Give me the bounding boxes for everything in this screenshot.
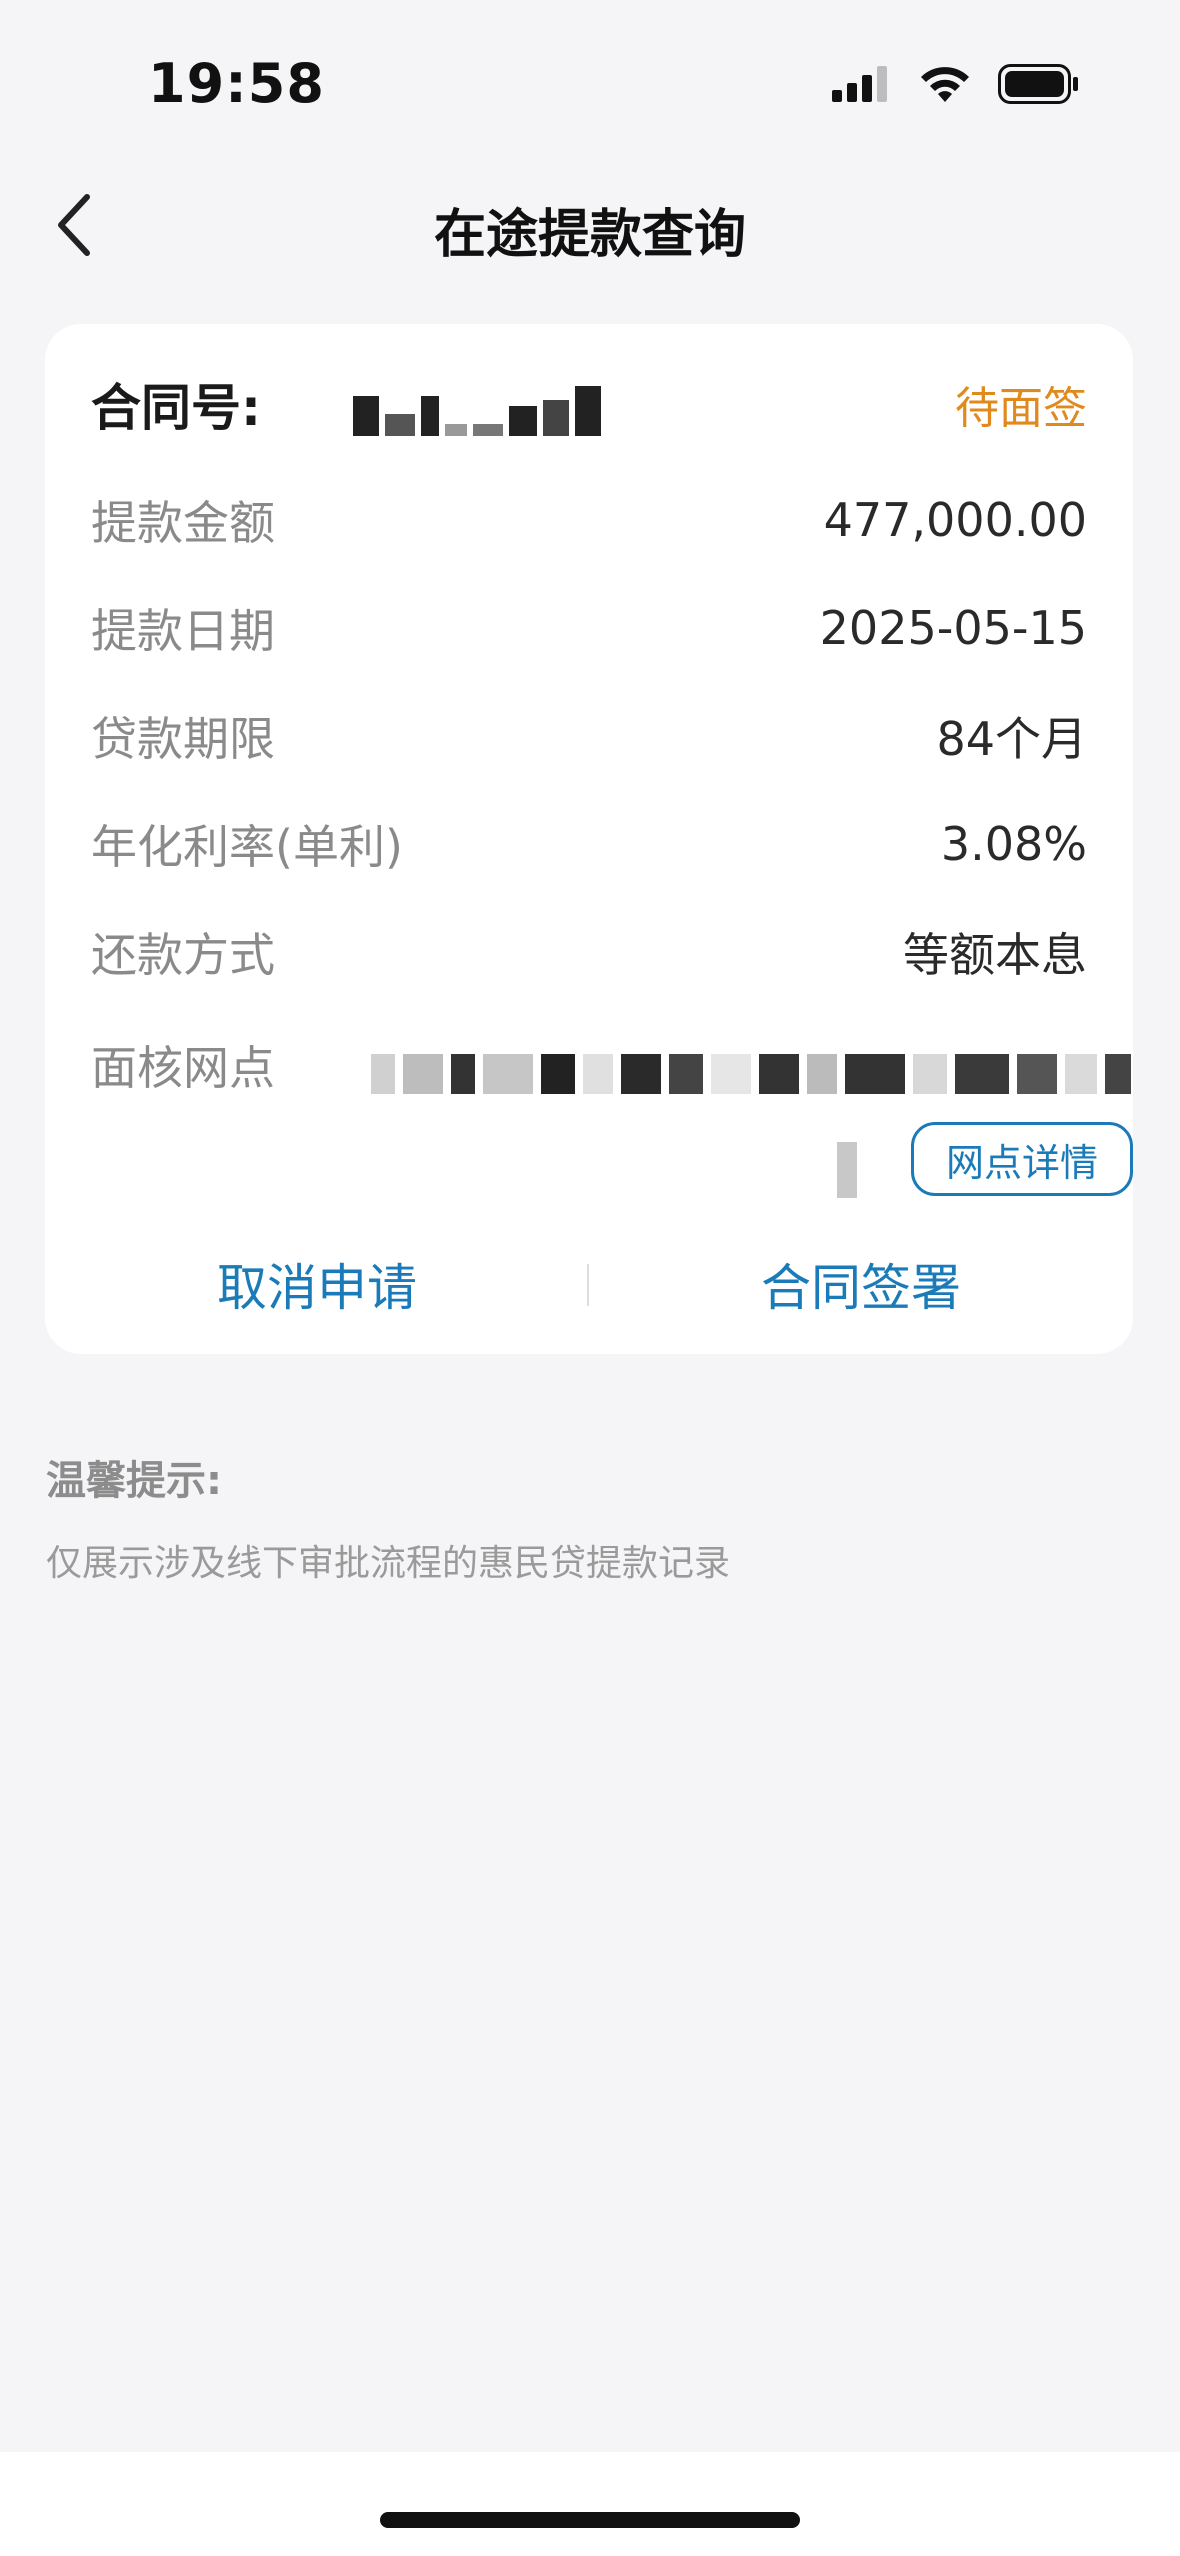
- tips-title: 温馨提示:: [46, 1458, 222, 1504]
- contract-number-redacted: [353, 386, 601, 436]
- wifi-icon: [918, 64, 972, 108]
- detail-label: 提款日期: [91, 604, 275, 658]
- status-bar: 19:58: [0, 0, 1180, 170]
- sign-contract-button[interactable]: 合同签署: [589, 1244, 1133, 1324]
- bottom-safe-area: [0, 2452, 1180, 2556]
- detail-value: 2025-05-15: [819, 601, 1087, 655]
- detail-row-rate: 年化利率(单利) 3.08%: [91, 812, 1087, 876]
- battery-icon: [998, 64, 1080, 108]
- detail-row-repayment: 还款方式 等额本息: [91, 920, 1087, 984]
- branch-label: 面核网点: [91, 1041, 275, 1095]
- branch-detail-button[interactable]: 网点详情: [911, 1122, 1133, 1196]
- cancel-application-button[interactable]: 取消申请: [45, 1244, 589, 1324]
- detail-value: 3.08%: [940, 817, 1087, 871]
- detail-label: 年化利率(单利): [91, 820, 403, 874]
- card-actions: 取消申请 合同签署: [45, 1244, 1133, 1324]
- card-header: 合同号: 待面签: [91, 368, 1087, 448]
- detail-value: 477,000.00: [823, 493, 1087, 547]
- tips-text: 仅展示涉及线下审批流程的惠民贷提款记录: [46, 1543, 731, 1584]
- detail-label: 还款方式: [91, 928, 275, 982]
- detail-row-branch: 面核网点 网点详情: [91, 1024, 1133, 1224]
- detail-value: 84个月: [936, 712, 1087, 766]
- branch-name-redacted: [371, 1044, 1141, 1104]
- detail-row-amount: 提款金额 477,000.00: [91, 488, 1087, 552]
- status-time: 19:58: [148, 52, 325, 115]
- nav-bar: 在途提款查询: [0, 170, 1180, 280]
- detail-label: 贷款期限: [91, 712, 275, 766]
- page-title: 在途提款查询: [433, 205, 746, 265]
- status-icons: [832, 64, 1080, 108]
- detail-value: 等额本息: [903, 928, 1087, 982]
- detail-label: 提款金额: [91, 496, 275, 550]
- drawdown-card: 合同号: 待面签 提款金额 477,000.00 提款日期 2025-05-15…: [45, 324, 1133, 1354]
- branch-name-redacted-2: [837, 1142, 857, 1198]
- detail-row-term: 贷款期限 84个月: [91, 704, 1087, 768]
- detail-row-date: 提款日期 2025-05-15: [91, 596, 1087, 660]
- contract-number-label: 合同号:: [91, 379, 261, 437]
- home-indicator[interactable]: [380, 2512, 800, 2528]
- cellular-signal-icon: [832, 66, 892, 106]
- status-badge: 待面签: [955, 383, 1087, 434]
